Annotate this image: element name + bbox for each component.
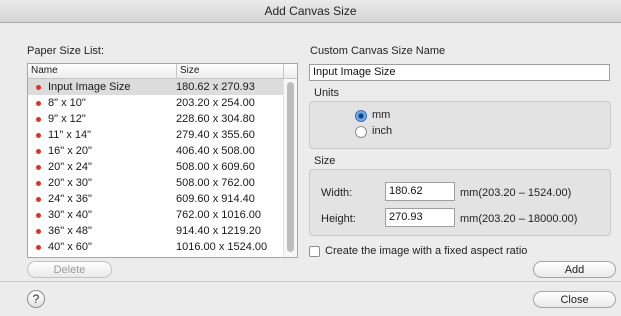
unit-inch-radio[interactable] [355, 126, 367, 138]
list-scrollbar-thumb[interactable] [287, 82, 294, 252]
list-item[interactable]: 36" x 48" 914.40 x 1219.20 [28, 223, 283, 239]
bullet-icon [36, 133, 41, 138]
height-range: mm(203.20 – 18000.00) [460, 213, 578, 225]
bullet-icon [36, 117, 41, 122]
column-header-spacer [283, 64, 297, 78]
units-group: mm inch [309, 101, 611, 149]
bullet-icon [36, 149, 41, 154]
list-item[interactable]: 40" x 60" 1016.00 x 1524.00 [28, 239, 283, 255]
list-item-name: 36" x 48" [48, 225, 92, 237]
list-item-size: 406.40 x 508.00 [176, 145, 255, 157]
paper-size-rows: Input Image Size 180.62 x 270.93 8" x 10" 2… [28, 79, 283, 255]
list-item-size: 228.60 x 304.80 [176, 113, 255, 125]
units-label: Units [314, 87, 340, 99]
list-item-name: Input Image Size [48, 81, 131, 93]
bullet-icon [36, 85, 41, 90]
list-item[interactable]: 11" x 14" 279.40 x 355.60 [28, 127, 283, 143]
list-item-name: 24" x 36" [48, 193, 92, 205]
list-scrollbar[interactable] [283, 79, 297, 257]
bullet-icon [36, 245, 41, 250]
list-item-size: 914.40 x 1219.20 [176, 225, 262, 237]
bullet-icon [36, 229, 41, 234]
list-item[interactable]: 30" x 40" 762.00 x 1016.00 [28, 207, 283, 223]
custom-canvas-size-name-label: Custom Canvas Size Name [310, 45, 446, 57]
column-header-name[interactable]: Name [31, 64, 58, 78]
list-item-size: 609.60 x 914.40 [176, 193, 255, 205]
list-item-size: 180.62 x 270.93 [176, 81, 255, 93]
paper-size-list[interactable]: Name Size Input Image Size 180.62 x 270.9… [27, 63, 298, 258]
column-header-size[interactable]: Size [176, 64, 199, 78]
list-item[interactable]: 8" x 10" 203.20 x 254.00 [28, 95, 283, 111]
footer-divider [0, 281, 621, 282]
delete-button[interactable]: Delete [27, 261, 112, 278]
list-item-size: 279.40 x 355.60 [176, 129, 255, 141]
add-button[interactable]: Add [533, 261, 616, 278]
list-item-name: 20" x 24" [48, 161, 92, 173]
list-item[interactable]: 20" x 30" 508.00 x 762.00 [28, 175, 283, 191]
list-item[interactable]: 20" x 24" 508.00 x 609.60 [28, 159, 283, 175]
custom-canvas-name-input[interactable]: Input Image Size [309, 64, 610, 81]
unit-mm-radio[interactable] [355, 110, 367, 122]
list-item[interactable]: 16" x 20" 406.40 x 508.00 [28, 143, 283, 159]
bullet-icon [36, 181, 41, 186]
list-header: Name Size [28, 64, 297, 79]
window-title: Add Canvas Size [264, 4, 357, 18]
fixed-aspect-ratio-checkbox[interactable] [309, 246, 320, 257]
list-item-name: 8" x 10" [48, 97, 86, 109]
list-item[interactable]: Input Image Size 180.62 x 270.93 [28, 79, 283, 95]
bullet-icon [36, 101, 41, 106]
list-item-size: 508.00 x 762.00 [176, 177, 255, 189]
unit-mm-label[interactable]: mm [372, 109, 390, 121]
list-item-size: 508.00 x 609.60 [176, 161, 255, 173]
fixed-aspect-ratio-label[interactable]: Create the image with a fixed aspect rat… [325, 245, 527, 257]
close-button[interactable]: Close [533, 291, 616, 308]
bullet-icon [36, 213, 41, 218]
list-item[interactable]: 24" x 36" 609.60 x 914.40 [28, 191, 283, 207]
window-title-bar: Add Canvas Size [0, 0, 621, 23]
bullet-icon [36, 197, 41, 202]
list-item-name: 11" x 14" [48, 129, 92, 141]
list-item-name: 16" x 20" [48, 145, 92, 157]
list-item-size: 762.00 x 1016.00 [176, 209, 262, 221]
list-item-name: 9" x 12" [48, 113, 86, 125]
size-label: Size [314, 155, 336, 167]
height-input[interactable]: 270.93 [385, 208, 455, 227]
bullet-icon [36, 165, 41, 170]
list-item-name: 40" x 60" [48, 241, 92, 253]
list-item[interactable]: 9" x 12" 228.60 x 304.80 [28, 111, 283, 127]
width-label: Width: [321, 187, 353, 199]
paper-size-list-label: Paper Size List: [27, 45, 105, 57]
list-item-name: 20" x 30" [48, 177, 92, 189]
unit-inch-label[interactable]: inch [372, 125, 392, 137]
list-item-size: 203.20 x 254.00 [176, 97, 255, 109]
height-label: Height: [321, 213, 356, 225]
help-icon[interactable]: ? [27, 290, 45, 308]
list-item-name: 30" x 40" [48, 209, 92, 221]
list-item-size: 1016.00 x 1524.00 [176, 241, 268, 253]
width-input[interactable]: 180.62 [385, 182, 455, 201]
width-range: mm(203.20 – 1524.00) [460, 187, 572, 199]
size-group: Width: 180.62 mm(203.20 – 1524.00) Heigh… [309, 169, 611, 236]
